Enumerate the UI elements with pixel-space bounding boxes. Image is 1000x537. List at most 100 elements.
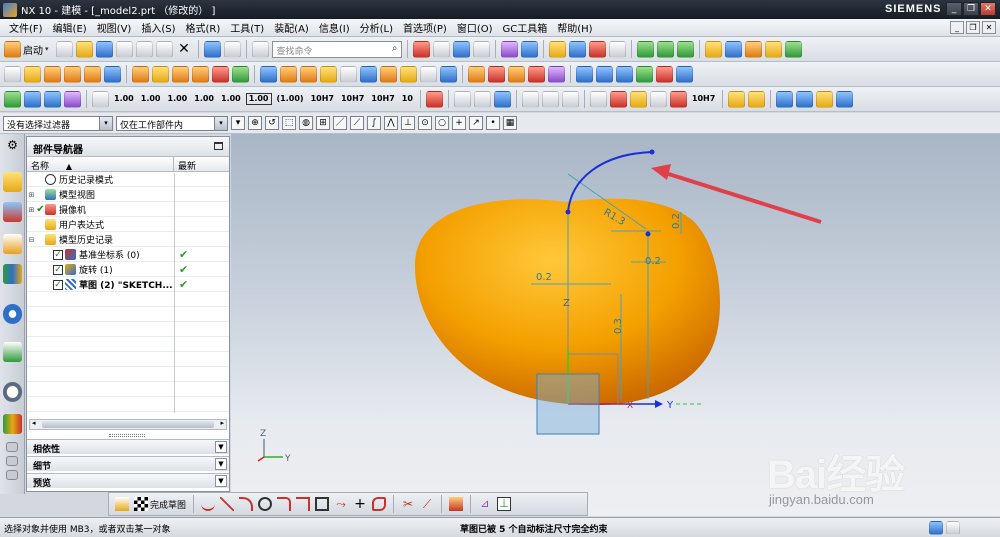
dimension-label-2[interactable]: 0.2 [645,256,661,267]
edge-blend-icon[interactable] [260,65,277,83]
component-icon[interactable] [724,40,742,58]
cylinder-pmi-icon[interactable] [776,90,794,108]
scroll-down-icon[interactable] [6,456,18,466]
restore-button[interactable]: ❐ [963,2,979,16]
render-style-icon[interactable] [452,40,470,58]
snap-settings-icon[interactable]: ▦ [503,116,517,130]
table-icon[interactable] [44,90,61,108]
tools-icon[interactable] [744,40,762,58]
snap-control-icon[interactable]: ⋀ [384,116,398,130]
menu-information[interactable]: 信息(I) [314,20,355,35]
through-curves-icon[interactable] [576,65,593,83]
tree-row-model-views[interactable]: ⊞ 模型视图 [27,187,229,202]
snap-intersection-icon[interactable]: ⊥ [401,116,415,130]
point-icon[interactable]: + [353,497,367,511]
fit-view-icon[interactable] [412,40,430,58]
shell-icon[interactable] [300,65,317,83]
revolve-icon[interactable] [44,65,61,83]
coins-2-icon[interactable] [748,90,766,108]
rect-select-icon[interactable]: ⬚ [282,116,296,130]
note-icon[interactable] [425,90,443,108]
menu-window[interactable]: 窗口(O) [452,20,498,35]
start-button[interactable]: 启动 ▾ [4,40,53,58]
open-folder-icon[interactable] [75,40,93,58]
split-body-icon[interactable] [360,65,377,83]
graphics-window[interactable]: R1.3 0.2 0.2 0.2 0.3 Z Y X Z Y [231,134,1000,516]
snap-line-icon[interactable]: ／ [333,116,347,130]
coins-icon[interactable] [728,90,746,108]
draft-icon[interactable] [320,65,337,83]
preview-panel[interactable]: 预览 ▼ [27,473,229,489]
menu-tools[interactable]: 工具(T) [225,20,269,35]
flag-icon[interactable] [796,90,814,108]
hammer-icon[interactable] [764,40,782,58]
tree-row-history-mode[interactable]: 历史记录模式 [27,172,229,187]
finish-sketch-button[interactable]: 完成草图 [134,497,186,511]
visibility-checkbox[interactable]: ✓ [53,279,63,290]
arc-startpoint[interactable] [565,209,571,215]
mirror-feature-icon[interactable] [468,65,485,83]
snap-existing-icon[interactable]: + [452,116,466,130]
paste-icon[interactable] [155,40,173,58]
dimension-label-1[interactable]: 0.2 [536,272,552,283]
quick-extend-icon[interactable]: ⟋ [420,497,434,511]
assembly-navigator-icon[interactable] [3,172,22,192]
weld-icon[interactable] [521,90,539,108]
tolerance-reference[interactable]: (1.00) [275,95,306,103]
fit-tolerance-1[interactable]: 10H7 [309,95,336,103]
unite-icon[interactable] [212,65,229,83]
panel-splitter[interactable] [109,434,145,437]
datum-symbol-icon[interactable] [453,90,471,108]
constraint-navigator-icon[interactable] [3,202,22,222]
table-note-icon[interactable] [609,90,627,108]
tolerance-symmetric[interactable]: 1.00 [139,95,163,103]
patch-icon[interactable] [528,65,545,83]
sew-icon[interactable] [508,65,525,83]
hole-icon[interactable] [132,65,149,83]
chamfer-icon[interactable] [296,497,311,511]
swept-icon[interactable] [616,65,633,83]
expand-icon[interactable]: ⊞ [27,206,36,214]
bounded-plane-icon[interactable] [676,65,693,83]
tolerance-nominal[interactable]: 1.00 [112,95,136,103]
collapse-icon[interactable]: ⊟ [27,236,36,244]
column-latest[interactable]: 最新 [174,157,200,172]
text-icon[interactable] [649,90,667,108]
scroll-up-icon[interactable] [6,442,18,452]
assembly-icon[interactable] [704,40,722,58]
scale-body-icon[interactable] [400,65,417,83]
geometric-constraints-icon[interactable]: ⊿ [478,497,492,511]
triangle-icon[interactable] [589,90,607,108]
wrap-icon[interactable] [440,65,457,83]
reuse-library-icon[interactable] [3,264,22,284]
resource-menu-icon[interactable] [6,470,18,480]
menu-preferences[interactable]: 首选项(P) [398,20,452,35]
snap-endpoint-icon[interactable]: ⊞ [316,116,330,130]
tolerance-bilateral-1[interactable]: 1.00 [166,95,190,103]
target-icon[interactable] [541,90,559,108]
tree-row-model-history[interactable]: ⊟ 模型历史记录 [27,232,229,247]
layer-settings-icon[interactable] [656,40,674,58]
array-icon[interactable] [192,65,209,83]
block-icon[interactable] [64,65,81,83]
menu-format[interactable]: 格式(R) [181,20,226,35]
clock-icon[interactable] [3,382,22,402]
tree-row-user-expressions[interactable]: 用户表达式 [27,217,229,232]
dimension-label-3[interactable]: 0.2 [671,213,682,229]
sketch-point[interactable] [645,231,651,237]
snap-curve-icon[interactable]: ∫ [367,116,381,130]
profile-icon[interactable] [201,497,216,511]
menu-assembly[interactable]: 装配(A) [269,20,314,35]
tolerance-basic[interactable]: 1.00 [245,93,272,105]
sketch-icon[interactable] [4,65,21,83]
measure-icon[interactable] [588,40,606,58]
cut-icon[interactable] [115,40,133,58]
studio-spline-icon[interactable] [372,497,387,511]
layer-icon[interactable] [636,40,654,58]
snap-quadrant-icon[interactable]: ○ [435,116,449,130]
sketch-settings-icon[interactable] [115,497,129,511]
tree-row-revolve[interactable]: ✓ 旋转 (1) ✔ [27,262,229,277]
circle-icon[interactable] [258,497,273,511]
doc-close-button[interactable]: ✕ [982,21,996,34]
snap-on-curve-icon[interactable]: ↗ [469,116,483,130]
